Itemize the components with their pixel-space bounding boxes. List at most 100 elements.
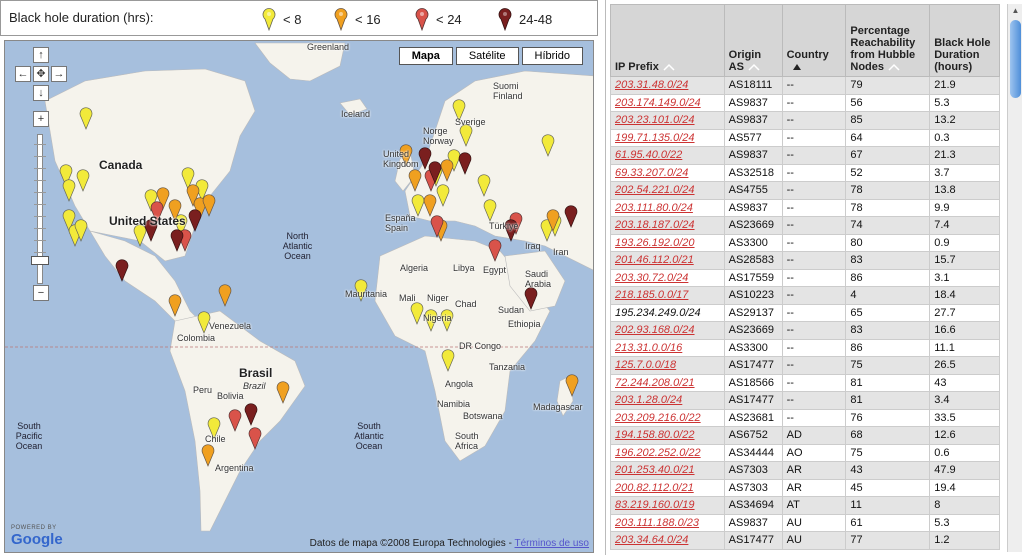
- reachability-cell: 64: [845, 128, 931, 147]
- col-origin-as[interactable]: Origin AS: [723, 4, 783, 77]
- table-row[interactable]: 194.158.80.0/22 AS6752 AD 68 12.6: [610, 426, 1000, 445]
- col-country[interactable]: Country: [781, 4, 847, 77]
- table-row[interactable]: 213.31.0.0/16 AS3300 -- 86 11.1: [610, 338, 1000, 357]
- ip-prefix-cell[interactable]: 72.244.208.0/21: [610, 373, 725, 392]
- label-libya: Libya: [453, 263, 475, 273]
- ip-prefix-cell[interactable]: 203.111.80.0/24: [610, 198, 725, 217]
- table-row[interactable]: 203.174.149.0/24 AS9837 -- 56 5.3: [610, 93, 1000, 112]
- table-row[interactable]: 201.253.40.0/21 AS7303 AR 43 47.9: [610, 461, 1000, 480]
- table-row[interactable]: 61.95.40.0/22 AS9837 -- 67 21.3: [610, 146, 1000, 165]
- table-row[interactable]: 203.31.48.0/24 AS18111 -- 79 21.9: [610, 76, 1000, 95]
- ip-prefix-cell[interactable]: 203.209.216.0/22: [610, 408, 725, 427]
- zoom-tick: [34, 204, 46, 205]
- ip-prefix-cell[interactable]: 202.54.221.0/24: [610, 181, 725, 200]
- country-cell: --: [781, 373, 847, 392]
- pan-center-button[interactable]: ✥: [33, 66, 49, 82]
- pan-down-button[interactable]: ↓: [33, 85, 49, 101]
- map-land-layer: [5, 42, 593, 532]
- table-row[interactable]: 199.71.135.0/24 AS577 -- 64 0.3: [610, 128, 1000, 147]
- map-type-mapa-button[interactable]: Mapa: [398, 47, 453, 65]
- duration-cell: 18.4: [929, 286, 1000, 305]
- label-suomi: Suomi Finland: [493, 81, 523, 101]
- ip-prefix-cell[interactable]: 203.111.188.0/23: [610, 513, 725, 532]
- zoom-slider[interactable]: [31, 134, 49, 284]
- ip-prefix-cell[interactable]: 202.93.168.0/24: [610, 321, 725, 340]
- table-scrollbar[interactable]: ▲: [1007, 4, 1022, 552]
- terms-link[interactable]: Términos de uso: [515, 538, 589, 549]
- ip-prefix-cell[interactable]: 203.18.187.0/24: [610, 216, 725, 235]
- scroll-up-arrow-icon[interactable]: ▲: [1008, 4, 1023, 18]
- ip-prefix-cell[interactable]: 218.185.0.0/17: [610, 286, 725, 305]
- map-type-hibrido-button[interactable]: Híbrido: [521, 47, 583, 65]
- table-row[interactable]: 72.244.208.0/21 AS18566 -- 81 43: [610, 373, 1000, 392]
- pan-up-button[interactable]: ↑: [33, 47, 49, 63]
- ip-prefix-cell[interactable]: 83.219.160.0/19: [610, 496, 725, 515]
- ip-prefix-cell[interactable]: 213.31.0.0/16: [610, 338, 725, 357]
- world-map[interactable]: Greenland Iceland Canada United States N…: [4, 40, 594, 553]
- table-row[interactable]: 218.185.0.0/17 AS10223 -- 4 18.4: [610, 286, 1000, 305]
- reachability-cell: 43: [845, 461, 931, 480]
- ip-prefix-cell[interactable]: 201.253.40.0/21: [610, 461, 725, 480]
- ip-prefix-cell[interactable]: 203.23.101.0/24: [610, 111, 725, 130]
- country-cell: --: [781, 286, 847, 305]
- ip-prefix-cell[interactable]: 203.30.72.0/24: [610, 268, 725, 287]
- table-row[interactable]: 202.54.221.0/24 AS4755 -- 78 13.8: [610, 181, 1000, 200]
- map-attribution: Datos de mapa ©2008 Europa Technologies …: [310, 538, 589, 549]
- table-row[interactable]: 201.46.112.0/21 AS28583 -- 83 15.7: [610, 251, 1000, 270]
- table-row[interactable]: 203.209.216.0/22 AS23681 -- 76 33.5: [610, 408, 1000, 427]
- col-ip-prefix[interactable]: IP Prefix: [610, 4, 725, 77]
- ip-prefix-cell[interactable]: 61.95.40.0/22: [610, 146, 725, 165]
- ip-prefix-cell[interactable]: 69.33.207.0/24: [610, 163, 725, 182]
- table-row[interactable]: 203.30.72.0/24 AS17559 -- 86 3.1: [610, 268, 1000, 287]
- table-row[interactable]: 200.82.112.0/21 AS7303 AR 45 19.4: [610, 478, 1000, 497]
- ip-prefix-cell[interactable]: 203.1.28.0/24: [610, 391, 725, 410]
- col-duration[interactable]: Black Hole Duration (hours): [929, 4, 1000, 77]
- ip-prefix-cell[interactable]: 203.34.64.0/24: [610, 531, 725, 550]
- ip-prefix-cell[interactable]: 203.31.48.0/24: [610, 76, 725, 95]
- legend-label-24-48: 24-48: [519, 11, 553, 27]
- ip-prefix-cell[interactable]: 193.26.192.0/20: [610, 233, 725, 252]
- table-row[interactable]: 203.111.80.0/24 AS9837 -- 78 9.9: [610, 198, 1000, 217]
- reachability-cell: 78: [845, 198, 931, 217]
- table-row[interactable]: 203.23.101.0/24 AS9837 -- 85 13.2: [610, 111, 1000, 130]
- table-row[interactable]: 203.111.188.0/23 AS9837 AU 61 5.3: [610, 513, 1000, 532]
- zoom-in-button[interactable]: +: [33, 111, 49, 127]
- table-row[interactable]: 83.219.160.0/19 AS34694 AT 11 8: [610, 496, 1000, 515]
- ip-prefix-cell[interactable]: 194.158.80.0/22: [610, 426, 725, 445]
- ip-prefix-cell[interactable]: 125.7.0.0/18: [610, 356, 725, 375]
- ip-prefix-cell[interactable]: 200.82.112.0/21: [610, 478, 725, 497]
- table-row[interactable]: 195.234.249.0/24 AS29137 -- 65 27.7: [610, 303, 1000, 322]
- table-row[interactable]: 202.93.168.0/24 AS23669 -- 83 16.6: [610, 321, 1000, 340]
- table-row[interactable]: 203.34.64.0/24 AS17477 AU 77 1.2: [610, 531, 1000, 550]
- pan-left-button[interactable]: ←: [15, 66, 31, 82]
- duration-cell: 12.6: [929, 426, 1000, 445]
- country-cell: --: [781, 111, 847, 130]
- zoom-slider-thumb[interactable]: [31, 256, 49, 265]
- reachability-cell: 78: [845, 181, 931, 200]
- label-united-states: United States: [109, 214, 186, 228]
- duration-cell: 26.5: [929, 356, 1000, 375]
- ip-prefix-cell[interactable]: 199.71.135.0/24: [610, 128, 725, 147]
- google-logo[interactable]: POWERED BY Google: [11, 525, 63, 548]
- duration-cell: 21.9: [929, 76, 1000, 95]
- ip-prefix-cell[interactable]: 196.202.252.0/22: [610, 443, 725, 462]
- table-row[interactable]: 196.202.252.0/22 AS34444 AO 75 0.6: [610, 443, 1000, 462]
- map-type-satelite-button[interactable]: Satélite: [455, 47, 519, 65]
- table-row[interactable]: 203.1.28.0/24 AS17477 -- 81 3.4: [610, 391, 1000, 410]
- ip-prefix-cell[interactable]: 203.174.149.0/24: [610, 93, 725, 112]
- origin-as-cell: AS3300: [723, 233, 783, 252]
- zoom-out-button[interactable]: −: [33, 285, 49, 301]
- table-row[interactable]: 69.33.207.0/24 AS32518 -- 52 3.7: [610, 163, 1000, 182]
- origin-as-cell: AS3300: [723, 338, 783, 357]
- pan-right-button[interactable]: →: [51, 66, 67, 82]
- col-reachability[interactable]: Percentage Reachability from Hubble Node…: [845, 4, 931, 77]
- table-row[interactable]: 193.26.192.0/20 AS3300 -- 80 0.9: [610, 233, 1000, 252]
- table-row[interactable]: 125.7.0.0/18 AS17477 -- 75 26.5: [610, 356, 1000, 375]
- map-panel: Black hole duration (hrs): < 8 < 16 < 24…: [0, 0, 598, 555]
- origin-as-cell: AS23669: [723, 321, 783, 340]
- ip-prefix-cell[interactable]: 201.46.112.0/21: [610, 251, 725, 270]
- origin-as-cell: AS17477: [723, 356, 783, 375]
- scrollbar-thumb[interactable]: [1010, 20, 1021, 98]
- origin-as-cell: AS18566: [723, 373, 783, 392]
- table-row[interactable]: 203.18.187.0/24 AS23669 -- 74 7.4: [610, 216, 1000, 235]
